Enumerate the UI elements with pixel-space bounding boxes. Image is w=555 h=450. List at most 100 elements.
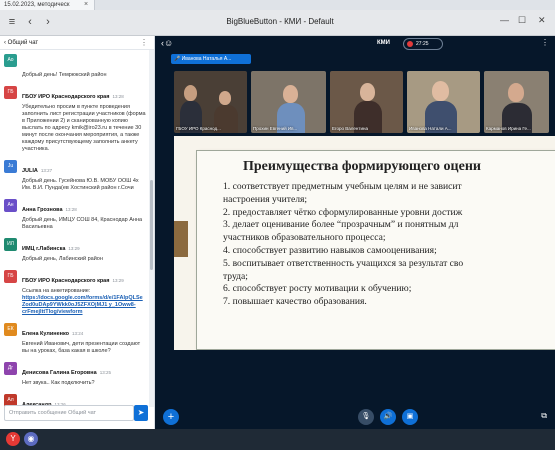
message-time: 13:24	[72, 331, 84, 336]
chat-message: ЕК Елена Кулиненко 13:24 Евгений Иванович, …	[0, 319, 150, 358]
audio-icon[interactable]: 🔊	[380, 409, 396, 425]
browser-tab-title: 15.02.2023, методическ	[4, 2, 70, 8]
webcam-tile[interactable]: Прохин Евгений Ив...	[251, 71, 326, 133]
chat-message: Ju JULIA 13:27 Добрый день. Гусейнова Ю.В. …	[0, 156, 150, 195]
message-sender: Анна Грознова	[22, 207, 63, 213]
recording-dot-icon	[407, 41, 413, 47]
chat-message: ИЛ ИМЦ г.Лабинска 13:29 Добрый день, Лабинс…	[0, 234, 150, 266]
browser-titlebar: ≡ ‹ › BigBlueButton - КМИ - Default — ☐ …	[0, 10, 555, 36]
chat-options-icon[interactable]: ⋮	[140, 36, 148, 50]
talker-name: Иванова Наталья А...	[181, 56, 232, 62]
webcam-name: ГБОУ ИРО Краснод...	[176, 126, 221, 131]
slide-decoration	[174, 221, 188, 257]
minimize-icon[interactable]: —	[500, 15, 509, 25]
message-body: Ссылка на анкетирование:	[22, 288, 91, 294]
message-header: Анна Грознова 13:28	[22, 198, 146, 216]
chat-messages: Ao Добрый день! Темрюкский район ГБ ГБОУ ИР…	[0, 50, 150, 407]
message-text: Евгений Иванович, дети презентации созда…	[22, 341, 146, 355]
slide-content-frame: Преимущества формирующего оцени 1. соотв…	[196, 150, 555, 350]
user-list-toggle-icon[interactable]: ‹☺	[161, 38, 173, 48]
message-header: Елена Кулиненко 13:24	[22, 322, 146, 340]
message-sender: JULIA	[22, 168, 38, 174]
mic-icon[interactable]: 🎙	[358, 409, 374, 425]
message-body: Убедительно просим в пункте проведения з…	[22, 104, 146, 152]
message-time: 13:29	[68, 246, 80, 251]
message-body: Добрый день! Темрюкский район	[22, 72, 107, 78]
slide-line: участников образовательного процесса;	[223, 232, 386, 244]
message-text: Ссылка на анкетирование: https://docs.goo…	[22, 288, 146, 316]
browser-taskbar-icon[interactable]: ◉	[24, 432, 38, 446]
message-text: Добрый день, ИМЦУ СОШ 84, Краснодар Анна…	[22, 217, 146, 231]
webcam-tile[interactable]: Егоро Валентина	[330, 71, 403, 133]
webcam-tile[interactable]: ГБОУ ИРО Краснод...	[174, 71, 247, 133]
avatar: Ан	[4, 199, 17, 212]
slide-line: 7. повышает качество образования.	[223, 296, 367, 308]
message-header	[22, 53, 146, 71]
action-bar: + 🎙 🔊 ▣ ⧉	[155, 406, 555, 429]
slide-list: 1. соответствует предметным учебным целя…	[223, 181, 555, 309]
chat-input[interactable]: Отправить сообщение Общий чат	[4, 405, 134, 421]
message-link[interactable]: https://docs.google.com/forms/d/e/1FAIpQ…	[22, 295, 143, 315]
message-body: Добрый день. Гусейнова Ю.В. МОБУ ООШ 4х …	[22, 178, 139, 191]
message-time: 13:27	[40, 168, 53, 173]
person-face	[432, 81, 449, 101]
message-header: ГБОУ ИРО Краснодарского края 13:28	[22, 85, 146, 103]
message-text: Добрый день. Гусейнова Ю.В. МОБУ ООШ 4х …	[22, 178, 146, 192]
menu-icon[interactable]: ≡	[4, 14, 20, 30]
main-area: ‹☺ КМИ 27:25 ⋮ 🎤 Иванова Наталья А... ГБ…	[155, 36, 555, 429]
send-icon[interactable]: ➤	[134, 405, 148, 421]
webcam-name: Прохин Евгений Ив...	[253, 126, 298, 131]
tab-close-icon[interactable]: ×	[84, 0, 88, 10]
message-header: Денисова Галина Егоровна 13:25	[22, 361, 146, 379]
slide-line: 2. предоставляет чётко сформулированные …	[223, 206, 463, 218]
presentation-slide: Преимущества формирующего оцени 1. соотв…	[174, 136, 555, 350]
close-window-icon[interactable]: ✕	[538, 15, 546, 26]
message-time: 13:28	[112, 94, 124, 99]
browser-tabstrip: 15.02.2023, методическ ×	[0, 0, 555, 10]
webcam-name: Иванова Натали А...	[409, 126, 452, 131]
message-sender: ГБОУ ИРО Краснодарского края	[22, 278, 110, 284]
start-icon[interactable]: Y	[6, 432, 20, 446]
forward-nav-icon[interactable]: ›	[40, 14, 56, 30]
avatar: ЕК	[4, 323, 17, 336]
message-sender: Елена Кулиненко	[22, 331, 70, 337]
message-sender: ГБОУ ИРО Краснодарского края	[22, 94, 110, 100]
message-text: Добрый день! Темрюкский район	[22, 72, 146, 79]
os-taskbar: Y ◉	[0, 429, 555, 450]
message-body: Добрый день, ИМЦУ СОШ 84, Краснодар Анна…	[22, 217, 143, 230]
avatar: ИЛ	[4, 238, 17, 251]
webcam-name: Карманов Ирина Ге...	[486, 126, 531, 131]
slide-line: 3. делает оценивание более “прозрачным” …	[223, 219, 459, 231]
message-time: 13:28	[65, 207, 77, 212]
message-sender: ИМЦ г.Лабинска	[22, 246, 66, 252]
message-time: 13:25	[99, 370, 111, 375]
slide-line: 1. соответствует предметным учебным целя…	[223, 181, 462, 192]
maximize-icon[interactable]: ☐	[518, 15, 526, 26]
screen-share-icon[interactable]: ⧉	[541, 411, 547, 421]
webcam-tile[interactable]: Иванова Натали А...	[407, 71, 480, 133]
options-menu-icon[interactable]: ⋮	[541, 38, 549, 47]
chat-message: ГБ ГБОУ ИРО Краснодарского края 13:29 Ссылк…	[0, 266, 150, 319]
scroll-thumb[interactable]	[150, 180, 153, 270]
webcam-tile[interactable]: Карманов Ирина Ге...	[484, 71, 549, 133]
presentation-area: Преимущества формирующего оцени 1. соотв…	[174, 136, 555, 350]
plus-icon[interactable]: +	[163, 409, 179, 425]
chat-message: Ан Анна Грознова 13:28 Добрый день, ИМЦУ СО…	[0, 195, 150, 234]
person-face	[219, 91, 231, 105]
slide-line: настроения учителя;	[223, 193, 308, 205]
message-text: Добрый день, Лабинский район	[22, 256, 146, 263]
chat-message: Дг Денисова Галина Егоровна 13:25 Нет звука…	[0, 358, 150, 390]
slide-line: труда;	[223, 270, 248, 282]
recording-time: 27:25	[416, 41, 429, 47]
back-nav-icon[interactable]: ‹	[22, 14, 38, 30]
recording-indicator[interactable]: 27:25	[403, 38, 443, 50]
message-header: ИМЦ г.Лабинска 13:29	[22, 237, 146, 255]
avatar: Ao	[4, 54, 17, 67]
avatar: Дг	[4, 362, 17, 375]
avatar: Ju	[4, 160, 17, 173]
chat-header[interactable]: ‹ Общий чат ⋮	[0, 36, 154, 50]
browser-tab[interactable]: 15.02.2023, методическ ×	[0, 0, 95, 10]
message-text: Убедительно просим в пункте проведения з…	[22, 104, 146, 153]
camera-icon[interactable]: ▣	[402, 409, 418, 425]
chat-scrollbar[interactable]	[149, 50, 154, 407]
